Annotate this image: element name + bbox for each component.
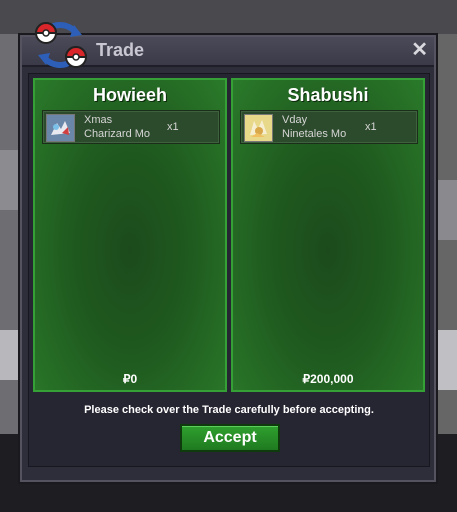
trade-item-slot[interactable]: Vday Ninetales Mo x1: [240, 110, 418, 144]
background-block: [0, 150, 22, 210]
trade-item-slot[interactable]: Xmas Charizard Mo x1: [42, 110, 220, 144]
background-block: [436, 330, 457, 390]
trade-content: Howieeh Xmas Charizard Mo x1 ₽0 Shabushi: [28, 73, 430, 467]
item-quantity: x1: [167, 121, 179, 133]
trade-panel-howieeh: Howieeh Xmas Charizard Mo x1 ₽0: [33, 78, 227, 392]
accept-button[interactable]: Accept: [180, 424, 280, 452]
item-name-line2: Charizard Mo: [84, 128, 151, 140]
trade-panel-shabushi: Shabushi Vday Ninetales Mo x1 ₽200,000: [231, 78, 425, 392]
ninetales-mount-icon: [244, 114, 273, 142]
item-name-line2: Ninetales Mo: [282, 128, 347, 140]
player-name: Shabushi: [287, 85, 369, 105]
money-offer: ₽0: [122, 372, 138, 386]
money-offer: ₽200,000: [302, 372, 354, 386]
item-name-line1: Xmas: [84, 114, 113, 126]
pokeball-swap-icon: [34, 22, 88, 68]
trade-window: Trade ✕ Howieeh Xmas Charizard Mo x1 ₽0 …: [20, 22, 436, 482]
window-title: Trade: [96, 40, 145, 60]
background-block: [436, 180, 457, 240]
item-quantity: x1: [365, 121, 377, 133]
item-name-line1: Vday: [282, 114, 308, 126]
trade-notice: Please check over the Trade carefully be…: [84, 404, 374, 416]
background-block: [0, 330, 22, 380]
player-name: Howieeh: [92, 85, 167, 105]
charizard-mount-icon: [46, 114, 75, 142]
close-icon[interactable]: ✕: [411, 39, 428, 61]
